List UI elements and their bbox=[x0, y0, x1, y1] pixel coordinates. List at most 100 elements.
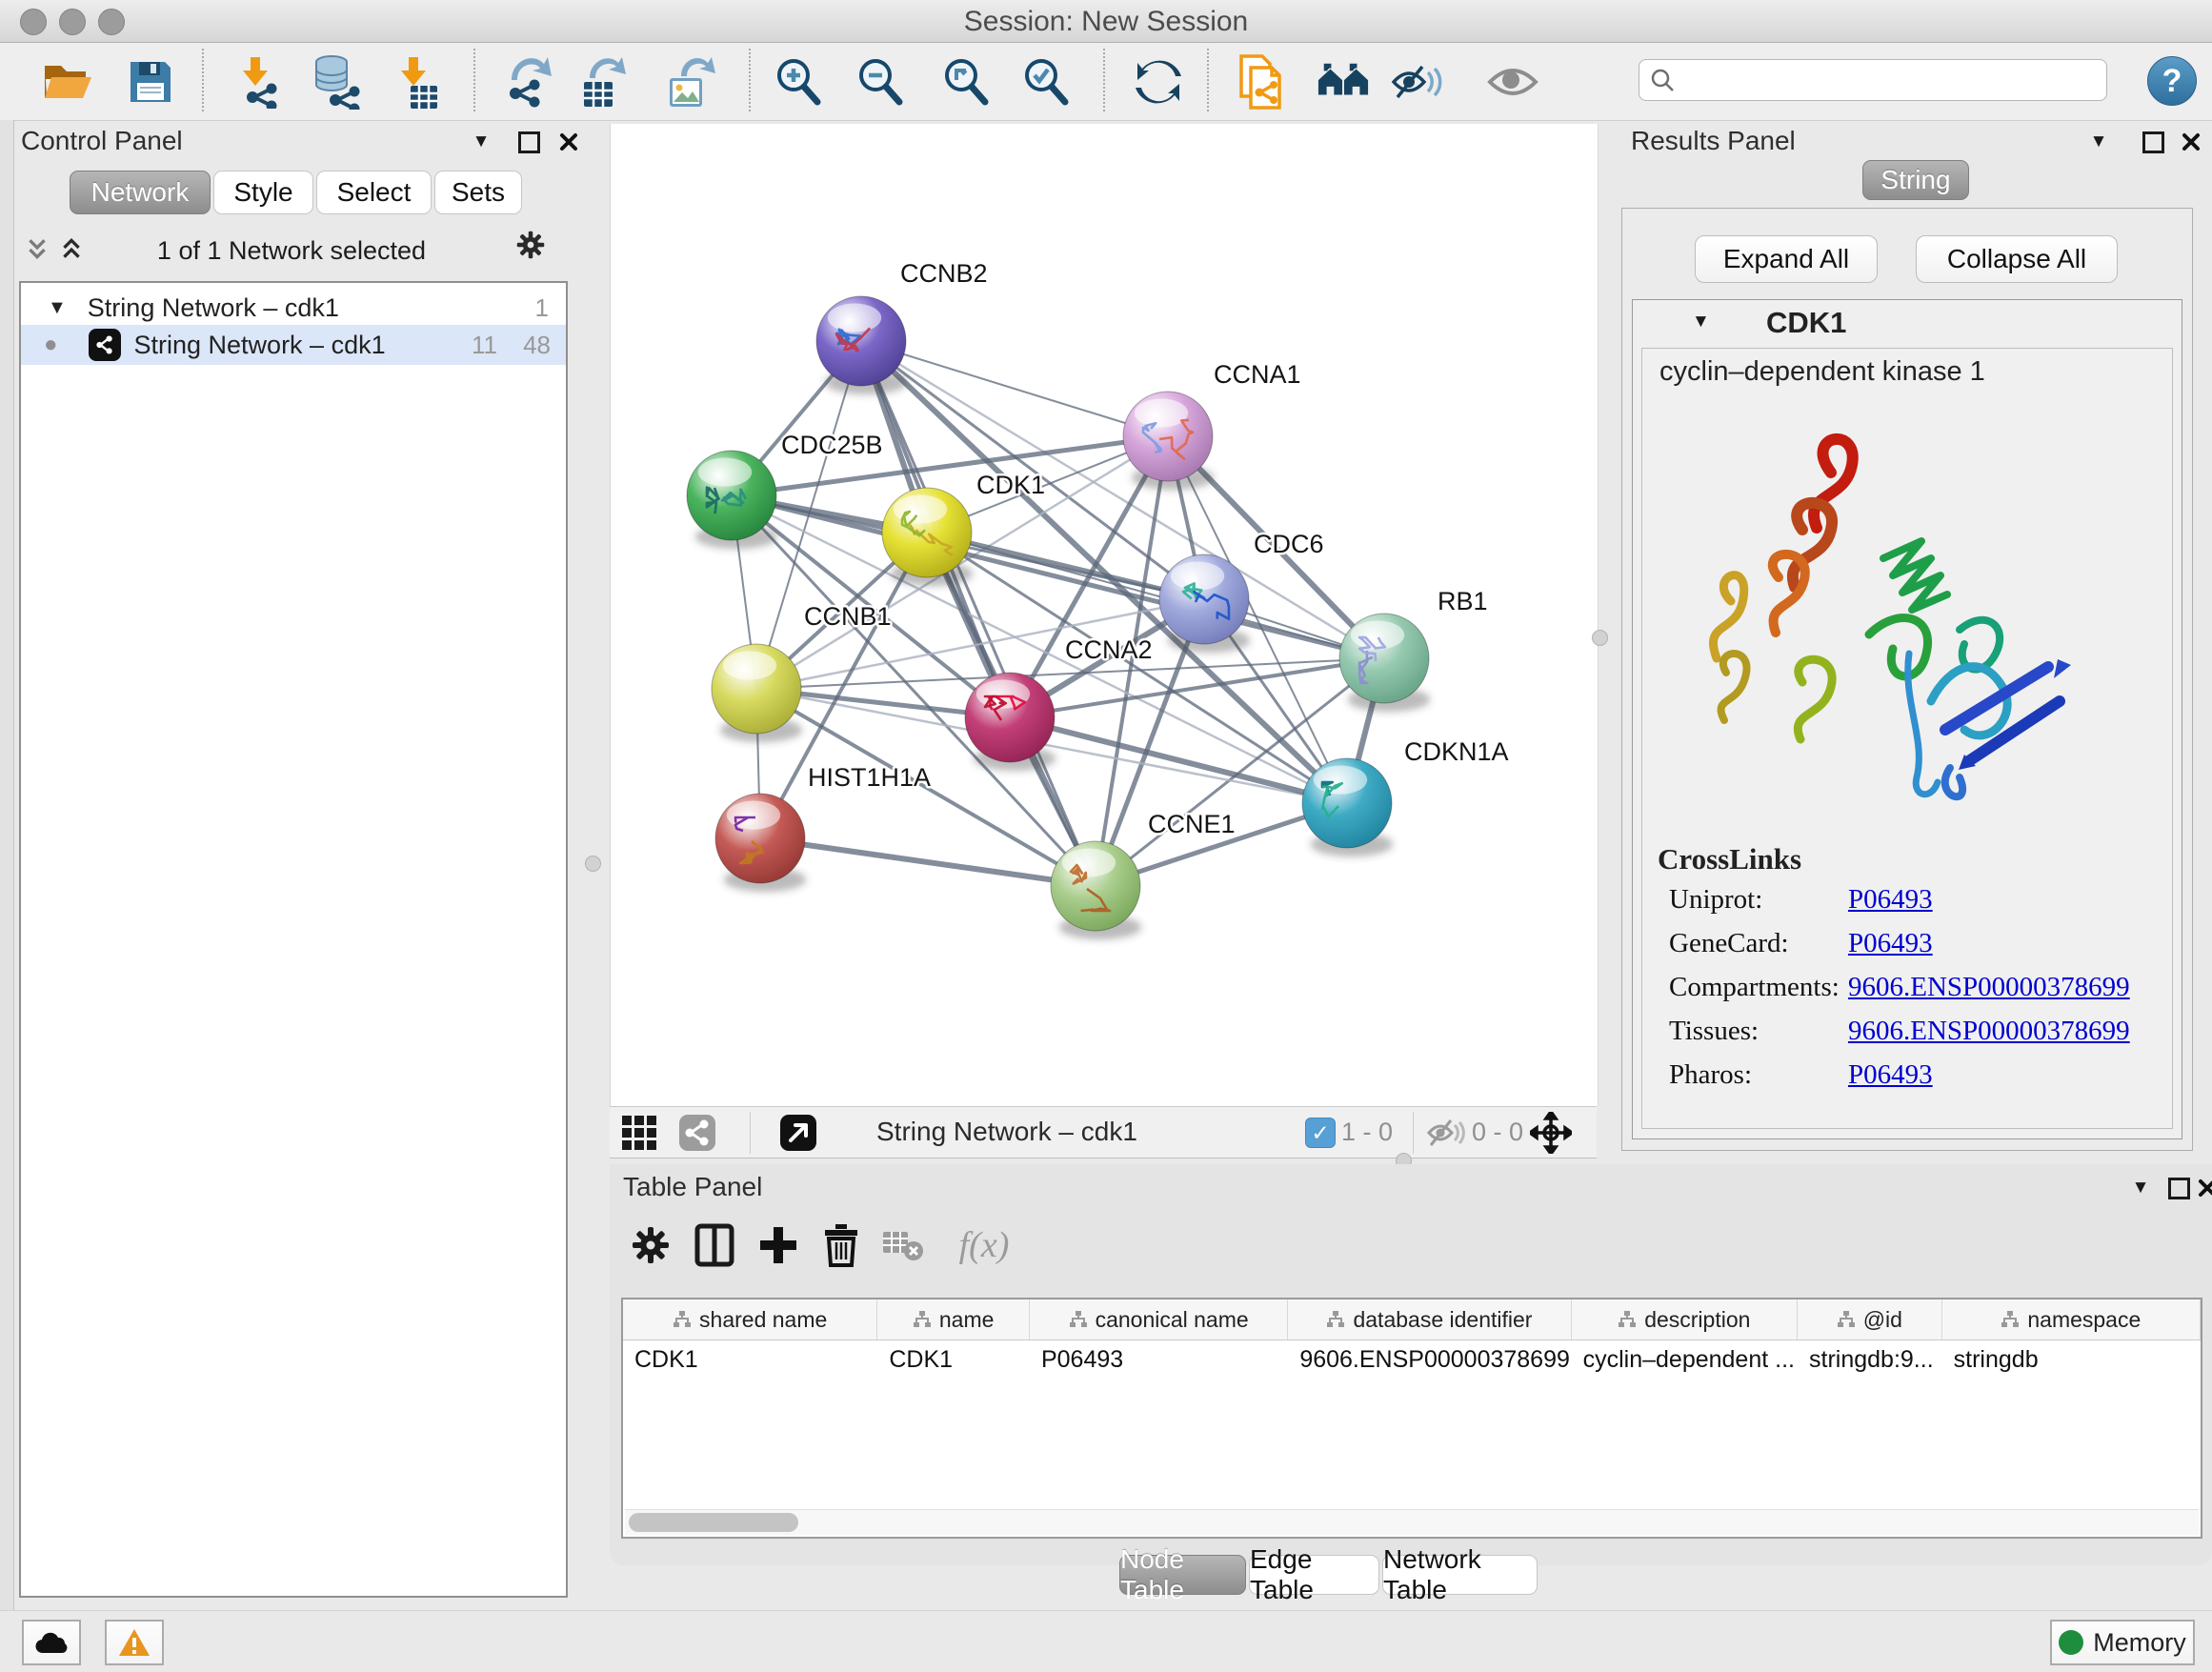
toolbar-separator bbox=[202, 49, 204, 111]
table-cell[interactable]: stringdb:9... bbox=[1798, 1340, 1942, 1379]
panel-menu-icon[interactable]: ▼ bbox=[2084, 128, 2113, 156]
network-view[interactable]: CCNB2CCNA1CDC25BCDK1CDC6RB1CCNB1CCNA2CDK… bbox=[610, 124, 1599, 1106]
table-row[interactable]: CDK1CDK1P064939606.ENSP00000378699cyclin… bbox=[623, 1340, 2201, 1379]
result-collapse-icon[interactable]: ▼ bbox=[1692, 312, 1710, 332]
crosslink-link[interactable]: P06493 bbox=[1848, 928, 1933, 959]
export-table-icon[interactable] bbox=[575, 55, 629, 109]
open-session-icon[interactable] bbox=[41, 55, 94, 109]
zoom-out-icon[interactable] bbox=[855, 55, 908, 109]
import-network-from-database-icon[interactable] bbox=[309, 55, 362, 109]
warning-button[interactable] bbox=[105, 1620, 164, 1665]
network-collection-row[interactable]: ▼ String Network – cdk1 1 bbox=[21, 288, 566, 328]
table-cell[interactable]: stringdb bbox=[1942, 1340, 2201, 1379]
show-columns-icon[interactable] bbox=[691, 1221, 738, 1269]
column-header-canonical-name[interactable]: canonical name bbox=[1030, 1299, 1288, 1340]
selected-checkbox-icon[interactable]: ✓ bbox=[1305, 1118, 1336, 1148]
panel-close-icon[interactable] bbox=[554, 128, 583, 156]
table-cell[interactable]: CDK1 bbox=[877, 1340, 1030, 1379]
horizontal-scrollbar[interactable] bbox=[625, 1509, 2199, 1535]
column-header-database-identifier[interactable]: database identifier bbox=[1288, 1299, 1571, 1340]
node-CDKN1A[interactable]: CDKN1A bbox=[1302, 737, 1509, 856]
function-builder-icon[interactable]: f(x) bbox=[941, 1221, 1027, 1269]
node-HIST1H1A[interactable]: HIST1H1A bbox=[715, 763, 931, 892]
homes-icon[interactable] bbox=[1317, 55, 1370, 109]
share-view-icon[interactable] bbox=[676, 1114, 718, 1152]
network-canvas[interactable]: CCNB2CCNA1CDC25BCDK1CDC6RB1CCNB1CCNA2CDK… bbox=[611, 124, 1598, 1106]
show-eye-icon[interactable] bbox=[1486, 55, 1539, 109]
import-network-icon[interactable] bbox=[231, 55, 284, 109]
panel-close-icon[interactable] bbox=[2177, 128, 2205, 156]
node-CCNA1[interactable]: CCNA1 bbox=[1123, 360, 1301, 490]
export-network-icon[interactable] bbox=[503, 55, 556, 109]
panel-menu-icon[interactable]: ▼ bbox=[467, 128, 495, 156]
column-header-description[interactable]: description bbox=[1572, 1299, 1798, 1340]
search-field[interactable] bbox=[1639, 59, 2107, 101]
refresh-icon[interactable] bbox=[1132, 55, 1185, 109]
grid-view-icon[interactable] bbox=[618, 1114, 660, 1152]
crosslink-link[interactable]: 9606.ENSP00000378699 bbox=[1848, 1016, 2130, 1047]
main-toolbar: ? bbox=[0, 43, 2212, 121]
splitter-handle[interactable] bbox=[1592, 630, 1608, 646]
hidden-eye-icon[interactable] bbox=[1425, 1114, 1467, 1152]
column-header-id[interactable]: @id bbox=[1798, 1299, 1942, 1340]
zoom-in-icon[interactable] bbox=[773, 55, 826, 109]
scrollbar-thumb[interactable] bbox=[629, 1513, 798, 1532]
tab-string[interactable]: String bbox=[1862, 160, 1969, 200]
crosslink-link[interactable]: P06493 bbox=[1848, 1059, 1933, 1091]
tab-network-table[interactable]: Network Table bbox=[1382, 1555, 1538, 1595]
panel-float-icon[interactable] bbox=[2139, 128, 2167, 156]
column-header-name[interactable]: name bbox=[877, 1299, 1030, 1340]
node-CCNB2[interactable]: CCNB2 bbox=[816, 259, 988, 394]
tab-select[interactable]: Select bbox=[316, 171, 432, 214]
memory-button[interactable]: Memory bbox=[2050, 1620, 2195, 1665]
crosslink-link[interactable]: 9606.ENSP00000378699 bbox=[1848, 972, 2130, 1003]
delete-table-icon[interactable] bbox=[878, 1221, 926, 1269]
node-RB1[interactable]: RB1 bbox=[1339, 587, 1488, 712]
save-session-icon[interactable] bbox=[124, 55, 177, 109]
cloud-button[interactable] bbox=[22, 1620, 81, 1665]
zoom-selected-icon[interactable] bbox=[1020, 55, 1074, 109]
panel-menu-icon[interactable]: ▼ bbox=[2126, 1174, 2155, 1202]
add-column-icon[interactable] bbox=[754, 1221, 802, 1269]
edge-CCNB2-CCNE1[interactable] bbox=[861, 341, 1096, 886]
column-header-namespace[interactable]: namespace bbox=[1942, 1299, 2201, 1340]
splitter-handle[interactable] bbox=[585, 856, 601, 872]
node-table[interactable]: shared namenamecanonical namedatabase id… bbox=[621, 1298, 2202, 1539]
collection-expand-icon[interactable]: ▼ bbox=[48, 297, 67, 319]
crosslink-row: Pharos:P06493 bbox=[1669, 1059, 2164, 1103]
node-CCNB1[interactable]: CCNB1 bbox=[712, 602, 892, 742]
search-input[interactable] bbox=[1676, 65, 2097, 96]
tab-node-table[interactable]: Node Table bbox=[1119, 1555, 1246, 1595]
help-button[interactable]: ? bbox=[2147, 56, 2197, 106]
tab-edge-table[interactable]: Edge Table bbox=[1249, 1555, 1379, 1595]
tab-sets[interactable]: Sets bbox=[434, 171, 522, 214]
tab-network[interactable]: Network bbox=[70, 171, 211, 214]
table-cell[interactable]: P06493 bbox=[1030, 1340, 1288, 1379]
panel-float-icon[interactable] bbox=[514, 128, 543, 156]
birdseye-crosshair-icon[interactable] bbox=[1530, 1114, 1572, 1152]
table-cell[interactable]: CDK1 bbox=[623, 1340, 877, 1379]
node-label-CCNA1: CCNA1 bbox=[1214, 360, 1301, 389]
crosslink-link[interactable]: P06493 bbox=[1848, 884, 1933, 916]
edge-HIST1H1A-CCNE1[interactable] bbox=[760, 838, 1096, 886]
string-document-icon[interactable] bbox=[1237, 55, 1290, 109]
network-row[interactable]: ● String Network – cdk1 11 48 bbox=[21, 325, 566, 365]
tab-style[interactable]: Style bbox=[213, 171, 313, 214]
collapse-all-button[interactable]: Collapse All bbox=[1916, 235, 2118, 283]
network-view-toolbar: String Network – cdk1 ✓ 1 - 0 0 - 0 bbox=[610, 1106, 1597, 1158]
expand-all-button[interactable]: Expand All bbox=[1695, 235, 1878, 283]
import-table-icon[interactable] bbox=[389, 55, 442, 109]
gear-icon[interactable] bbox=[516, 231, 545, 259]
panel-float-icon[interactable] bbox=[2164, 1174, 2193, 1202]
hide-selected-icon[interactable] bbox=[1392, 55, 1445, 109]
table-cell[interactable]: cyclin–dependent ... bbox=[1572, 1340, 1798, 1379]
export-image-icon[interactable] bbox=[663, 55, 716, 109]
delete-column-icon[interactable] bbox=[817, 1221, 865, 1269]
table-cell[interactable]: 9606.ENSP00000378699 bbox=[1288, 1340, 1571, 1379]
detach-view-icon[interactable] bbox=[777, 1114, 819, 1152]
column-header-shared-name[interactable]: shared name bbox=[623, 1299, 877, 1340]
panel-close-icon[interactable] bbox=[2193, 1174, 2212, 1202]
table-settings-gear-icon[interactable] bbox=[627, 1221, 674, 1269]
node-CCNE1[interactable]: CCNE1 bbox=[1051, 810, 1236, 939]
zoom-fit-icon[interactable] bbox=[940, 55, 994, 109]
